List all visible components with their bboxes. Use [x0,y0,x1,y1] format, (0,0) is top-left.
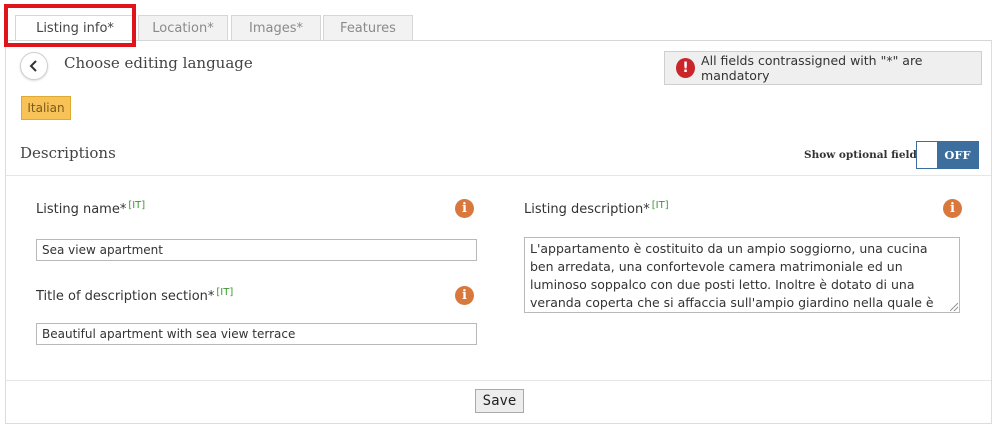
mandatory-notice: ! All fields contrassigned with "*" are … [664,51,982,85]
listing-name-input[interactable]: Sea view apartment [36,239,477,261]
tab-images[interactable]: Images* [231,15,321,41]
page-title: Choose editing language [64,54,253,72]
descriptions-heading: Descriptions [20,144,116,162]
listing-info-panel [5,40,992,424]
listing-name-label: Listing name* [IT] [36,200,145,217]
listing-description-textarea[interactable]: L'appartamento è costituito da un ampio … [524,237,960,313]
listing-description-lang-tag: [IT] [651,200,669,211]
section-title-label: Title of description section* [IT] [36,287,233,304]
tab-location[interactable]: Location* [138,15,228,41]
language-badge[interactable]: Italian [21,96,71,120]
section-title-input[interactable]: Beautiful apartment with sea view terrac… [36,323,477,345]
listing-description-info-icon[interactable]: i [943,199,962,218]
toggle-knob [917,142,937,168]
listing-name-label-text: Listing name* [36,202,127,217]
exclamation-icon: ! [676,58,696,78]
footer-divider [6,380,991,381]
save-button[interactable]: Save [475,389,524,413]
listing-description-label-text: Listing description* [524,202,650,217]
show-optional-fields-label: Show optional fields [804,149,923,161]
mandatory-notice-text: All fields contrassigned with "*" are ma… [701,53,923,83]
section-title-label-text: Title of description section* [36,289,215,304]
tab-listing-info[interactable]: Listing info* [15,15,135,42]
section-divider [6,175,991,176]
listing-name-info-icon[interactable]: i [455,199,474,218]
section-title-info-icon[interactable]: i [455,286,474,305]
back-button[interactable] [20,52,48,80]
resize-handle[interactable] [950,303,958,311]
listing-name-lang-tag: [IT] [128,200,146,211]
toggle-state: OFF [937,142,978,168]
section-title-lang-tag: [IT] [216,287,234,298]
tab-features[interactable]: Features [323,15,413,41]
listing-description-text: L'appartamento è costituito da un ampio … [530,241,934,310]
optional-fields-toggle[interactable]: OFF [916,141,979,169]
chevron-left-icon [29,60,37,72]
listing-description-label: Listing description* [IT] [524,200,669,217]
